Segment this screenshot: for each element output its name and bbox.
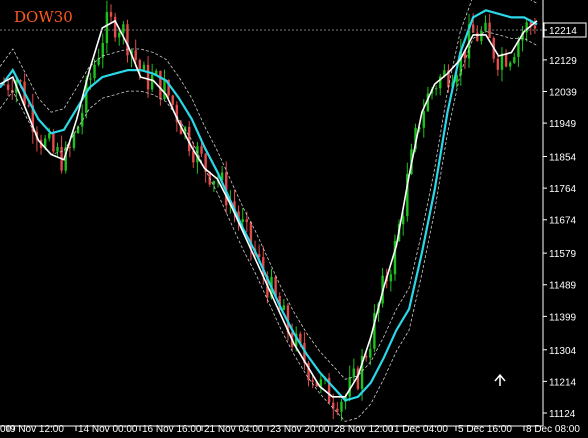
x-tick-label: 14 Nov 00:00 [78, 424, 138, 435]
candle-body [146, 64, 150, 90]
candle-body [352, 368, 356, 378]
upper-envelope-line [0, 0, 538, 380]
y-tick-label: 11214 [549, 377, 577, 388]
candle-body [192, 151, 195, 163]
candle-body [319, 379, 323, 387]
candle-body [434, 88, 438, 90]
y-tick-label: 11399 [549, 312, 577, 323]
candle-body [241, 219, 244, 222]
candle-body [476, 32, 479, 41]
y-tick-label: 12214 [549, 26, 577, 37]
x-tick-label: 23 Nov 20:00 [270, 424, 330, 435]
y-tick-label: 11124 [549, 409, 576, 420]
candle-body [187, 126, 191, 152]
candle-body [142, 64, 146, 70]
candle-body [52, 133, 55, 152]
candle-body [513, 56, 516, 63]
y-tick-label: 11489 [549, 281, 577, 292]
candle-body [27, 105, 30, 107]
candle-body [389, 274, 393, 282]
candle-body [340, 401, 343, 412]
y-tick-label: 12039 [549, 87, 577, 98]
candle-body [369, 348, 372, 358]
candle-body [200, 146, 203, 154]
candle-body [93, 64, 96, 79]
candle-body [508, 62, 512, 67]
x-tick-label: 28 Nov 12:00 [334, 424, 394, 435]
candle-body [105, 12, 109, 43]
lower-envelope-line [0, 30, 538, 422]
candle-body [504, 53, 508, 67]
candle-body [118, 32, 121, 38]
candle-body [126, 24, 129, 56]
up-arrow-icon[interactable] [494, 373, 506, 386]
x-tick-label: 21 Nov 04:00 [204, 424, 264, 435]
x-tick-label: 16 Nov 16:00 [142, 424, 202, 435]
x-tick-label: 9 Nov 12:00 [10, 424, 64, 435]
candle-body [48, 133, 51, 139]
candle-body [245, 219, 249, 223]
candle-body [480, 30, 483, 41]
y-tick-label: 11949 [549, 119, 577, 130]
candle-body [496, 58, 500, 70]
y-tick-label: 11764 [549, 184, 577, 195]
candle-body [471, 24, 475, 33]
indicator-lines [0, 0, 538, 422]
candle-body [422, 111, 425, 128]
chart-window: 12214 12129 12039 11949 11854 11764 11674 11579… [0, 0, 588, 438]
price-chart[interactable]: 12214 12129 12039 11949 11854 11764 11674 11579… [0, 0, 588, 438]
y-tick-label: 11674 [549, 216, 577, 227]
candle-body [401, 216, 405, 225]
candle-body [134, 50, 137, 61]
x-tick-label: 1 Dec 04:00 [394, 424, 448, 435]
candle-body [282, 305, 286, 310]
candle-body [122, 24, 125, 33]
x-tick-label: 5 Dec 16:00 [458, 424, 512, 435]
y-tick-label: 12129 [549, 56, 577, 67]
y-tick-label: 11304 [549, 346, 577, 357]
price-axis: 12214 12129 12039 11949 11854 11764 11674 11579… [543, 22, 587, 420]
candle-body [159, 70, 162, 100]
time-axis: 009 Nov 12:00 14 Nov 00:00 16 Nov 16:00 21 … [0, 424, 580, 435]
candle-body [68, 146, 72, 148]
candle-body [311, 380, 314, 382]
candle-body [89, 78, 92, 80]
candle-body [533, 25, 537, 29]
y-tick-label: 11579 [549, 249, 577, 260]
candle-body [113, 16, 117, 38]
cyan-moving-average-line [0, 9, 538, 402]
chart-title: DOW30 [14, 8, 73, 26]
candle-body [56, 146, 59, 152]
candle-body [6, 84, 10, 90]
candle-body [138, 60, 142, 70]
candle-body [364, 356, 368, 358]
candle-body [163, 79, 166, 100]
y-tick-label: 11854 [549, 152, 577, 163]
candle-body [109, 12, 113, 17]
candle-body [171, 95, 174, 105]
candle-body [336, 408, 339, 412]
x-tick-label: 8 Dec 08:00 [526, 424, 580, 435]
candle-body [150, 74, 154, 90]
